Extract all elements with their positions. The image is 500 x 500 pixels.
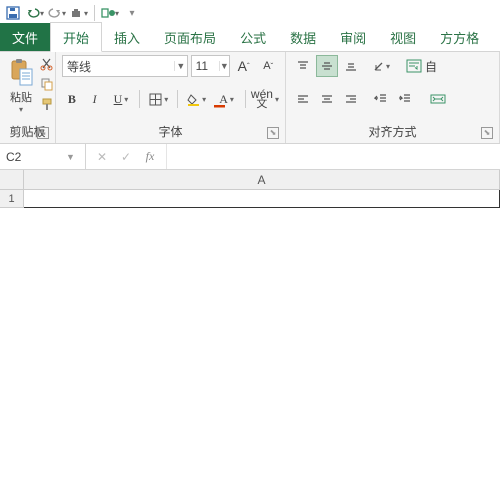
paste-button[interactable]: 粘贴 ▾: [6, 55, 36, 116]
addon-icon[interactable]: ▾: [101, 4, 119, 22]
font-size-combo[interactable]: ▼: [191, 55, 230, 77]
ribbon: 粘贴 ▾ 剪贴板⬊ ▼ ▼ Aˆ Aˇ B I U▾ ▾ ▾ A▾: [0, 52, 500, 144]
font-dialog-launcher[interactable]: ⬊: [267, 127, 279, 139]
align-center-icon[interactable]: [316, 88, 338, 110]
group-alignment: ▾ 自 对齐方式⬊: [286, 52, 500, 143]
cut-icon[interactable]: [38, 55, 56, 73]
separator: [94, 5, 95, 21]
format-painter-icon[interactable]: [38, 95, 56, 113]
font-size-input[interactable]: [192, 59, 219, 73]
customize-icon[interactable]: ▾: [70, 4, 88, 22]
alignment-group-label: 对齐方式⬊: [292, 121, 493, 143]
tab-ffgrid[interactable]: 方方格: [428, 23, 491, 51]
ribbon-tabs: 文件 开始 插入 页面布局 公式 数据 审阅 视图 方方格: [0, 26, 500, 52]
name-box-input[interactable]: [0, 150, 60, 164]
phonetic-button[interactable]: wén文▾: [251, 88, 279, 110]
align-top-icon[interactable]: [292, 55, 314, 77]
qat-more-icon[interactable]: ▾: [123, 4, 141, 22]
align-middle-icon[interactable]: [316, 55, 338, 77]
tab-home[interactable]: 开始: [50, 22, 102, 52]
column-header-a[interactable]: A: [24, 170, 500, 189]
column-headers: A: [24, 170, 500, 190]
tab-formula[interactable]: 公式: [228, 23, 278, 51]
decrease-font-icon[interactable]: Aˇ: [257, 55, 279, 77]
save-icon[interactable]: [4, 4, 22, 22]
chevron-down-icon[interactable]: ▼: [219, 61, 229, 71]
italic-button[interactable]: I: [85, 88, 105, 110]
redo-icon[interactable]: ▾: [48, 4, 66, 22]
worksheet-grid: A 1: [0, 170, 500, 500]
tab-file[interactable]: 文件: [0, 23, 50, 51]
font-group-label: 字体⬊: [62, 121, 279, 143]
enter-formula-icon[interactable]: ✓: [114, 147, 138, 167]
font-color-button[interactable]: A▾: [213, 88, 240, 110]
increase-font-icon[interactable]: Aˆ: [233, 55, 255, 77]
formula-bar: ▼ ✕ ✓ fx: [0, 144, 500, 170]
group-clipboard: 粘贴 ▾ 剪贴板⬊: [0, 52, 56, 143]
tab-data[interactable]: 数据: [278, 23, 328, 51]
wrap-label: 自: [425, 58, 437, 75]
bold-button[interactable]: B: [62, 88, 82, 110]
fx-icon[interactable]: fx: [138, 147, 162, 167]
formula-input[interactable]: [167, 144, 500, 169]
fill-color-button[interactable]: ▾: [183, 88, 210, 110]
align-right-icon[interactable]: [340, 88, 362, 110]
wrap-text-button[interactable]: 自: [402, 56, 441, 77]
align-bottom-icon[interactable]: [340, 55, 362, 77]
tab-review[interactable]: 审阅: [328, 23, 378, 51]
name-box[interactable]: ▼: [0, 144, 86, 169]
align-left-icon[interactable]: [292, 88, 314, 110]
select-all-corner[interactable]: [0, 170, 24, 190]
underline-button[interactable]: U▾: [108, 88, 135, 110]
orientation-button[interactable]: ▾: [370, 55, 392, 77]
paste-label: 粘贴: [10, 89, 32, 105]
row-header-1[interactable]: 1: [0, 190, 23, 208]
formula-input-wrap: [166, 144, 500, 169]
font-name-combo[interactable]: ▼: [62, 55, 188, 77]
tab-insert[interactable]: 插入: [102, 23, 152, 51]
clipboard-dialog-launcher[interactable]: ⬊: [37, 127, 49, 139]
merge-center-button[interactable]: [426, 90, 450, 108]
chevron-down-icon[interactable]: ▼: [174, 61, 187, 71]
cancel-formula-icon[interactable]: ✕: [90, 147, 114, 167]
alignment-dialog-launcher[interactable]: ⬊: [481, 127, 493, 139]
copy-icon[interactable]: [38, 75, 56, 93]
tab-layout[interactable]: 页面布局: [152, 23, 228, 51]
cell-a1[interactable]: [24, 190, 500, 208]
borders-button[interactable]: ▾: [145, 88, 172, 110]
clipboard-group-label: 剪贴板⬊: [6, 121, 49, 143]
decrease-indent-icon[interactable]: [370, 88, 392, 110]
undo-icon[interactable]: ▾: [26, 4, 44, 22]
cells-area[interactable]: [24, 190, 500, 500]
row-headers: 1: [0, 190, 24, 208]
group-font: ▼ ▼ Aˆ Aˇ B I U▾ ▾ ▾ A▾ wén文▾ 字体⬊: [56, 52, 286, 143]
font-name-input[interactable]: [63, 59, 174, 73]
tab-view[interactable]: 视图: [378, 23, 428, 51]
increase-indent-icon[interactable]: [394, 88, 416, 110]
chevron-down-icon[interactable]: ▼: [60, 152, 81, 162]
